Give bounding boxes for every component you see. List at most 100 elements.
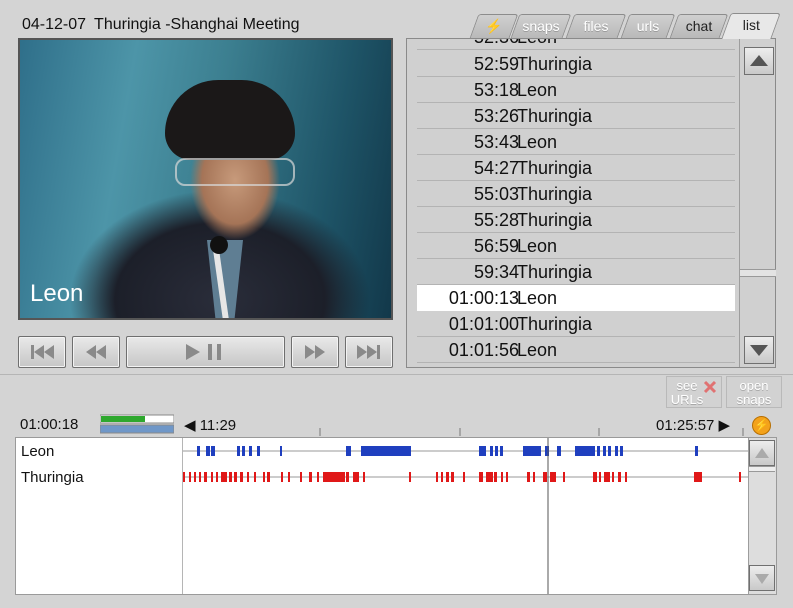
skip-to-start-button[interactable] — [18, 336, 66, 368]
speech-segment[interactable] — [612, 472, 614, 482]
list-item[interactable]: 01:01:00 Thuringia — [417, 311, 735, 337]
timeline-range-start[interactable]: ◀ 11:29 — [184, 416, 236, 434]
speech-segment[interactable] — [204, 472, 207, 482]
speech-segment[interactable] — [221, 472, 227, 482]
list-item[interactable]: 53:43 Leon — [417, 129, 735, 155]
speech-segment[interactable] — [211, 446, 215, 456]
list-item[interactable]: 55:03 Thuringia — [417, 181, 735, 207]
speech-segment[interactable] — [199, 472, 201, 482]
list-item[interactable]: 53:26 Thuringia — [417, 103, 735, 129]
speech-segment[interactable] — [242, 446, 245, 456]
speech-segment[interactable] — [495, 446, 498, 456]
list-item[interactable]: 53:18 Leon — [417, 77, 735, 103]
speech-segment[interactable] — [543, 472, 547, 482]
play-pause-button[interactable] — [126, 336, 285, 368]
speech-segment[interactable] — [361, 446, 411, 456]
speech-segment[interactable] — [563, 472, 565, 482]
speech-segment[interactable] — [550, 472, 556, 482]
speech-segment[interactable] — [237, 446, 240, 456]
speech-segment[interactable] — [240, 472, 243, 482]
list-item[interactable]: 59:34 Thuringia — [417, 259, 735, 285]
list-item[interactable]: 01:01:56 Leon — [417, 337, 735, 363]
speech-segment[interactable] — [625, 472, 627, 482]
speech-segment[interactable] — [739, 472, 741, 482]
tab-snaps[interactable]: snaps — [510, 14, 572, 38]
speech-segment[interactable] — [500, 446, 503, 456]
timeline-range-end[interactable]: 01:25:57 ▶ — [656, 416, 730, 434]
speech-segment[interactable] — [695, 446, 698, 456]
speech-segment[interactable] — [618, 472, 621, 482]
speaker-timeline[interactable]: Leon Thuringia — [15, 437, 777, 595]
timeline-scroll-thumb[interactable] — [749, 466, 775, 472]
timeline-scrollbar[interactable] — [748, 438, 776, 594]
tab-list[interactable]: list — [721, 13, 781, 39]
speech-segment[interactable] — [183, 472, 185, 482]
speech-segment[interactable] — [263, 472, 265, 482]
speech-segment[interactable] — [206, 446, 210, 456]
speech-segment[interactable] — [267, 472, 270, 482]
speech-segment[interactable] — [533, 472, 535, 482]
speech-segment[interactable] — [604, 472, 610, 482]
speech-segment[interactable] — [317, 472, 319, 482]
speech-segment[interactable] — [501, 472, 503, 482]
speech-segment[interactable] — [323, 472, 345, 482]
speech-segment[interactable] — [280, 446, 282, 456]
speech-segment[interactable] — [346, 472, 349, 482]
speech-segment[interactable] — [597, 446, 600, 456]
tab-files[interactable]: files — [565, 14, 627, 38]
speech-segment[interactable] — [211, 472, 213, 482]
speech-segment[interactable] — [527, 472, 530, 482]
speech-segment[interactable] — [479, 472, 483, 482]
speech-segment[interactable] — [254, 472, 256, 482]
speech-segment[interactable] — [288, 472, 290, 482]
speech-segment[interactable] — [249, 446, 252, 456]
speech-segment[interactable] — [575, 446, 595, 456]
list-scroll-thumb[interactable] — [740, 269, 776, 277]
scroll-up-button[interactable] — [744, 47, 774, 75]
speech-segment[interactable] — [523, 446, 541, 456]
speech-segment[interactable] — [216, 472, 218, 482]
speech-segment[interactable] — [599, 472, 601, 482]
see-urls-button[interactable]: see URLs — [666, 376, 722, 408]
list-item[interactable]: 52:59 Thuringia — [417, 51, 735, 77]
speech-segment[interactable] — [363, 472, 365, 482]
speech-segment[interactable] — [234, 472, 237, 482]
list-item[interactable]: 55:28 Thuringia — [417, 207, 735, 233]
speech-segment[interactable] — [446, 472, 449, 482]
speech-segment[interactable] — [479, 446, 486, 456]
speech-segment[interactable] — [557, 446, 561, 456]
speech-segment[interactable] — [593, 472, 597, 482]
open-snaps-button[interactable]: open snaps — [726, 376, 782, 408]
speech-segment[interactable] — [189, 472, 191, 482]
speech-segment[interactable] — [603, 446, 606, 456]
list-scrollbar[interactable] — [739, 39, 776, 367]
list-item[interactable]: 54:27 Thuringia — [417, 155, 735, 181]
skip-to-end-button[interactable] — [345, 336, 393, 368]
speech-segment[interactable] — [608, 446, 611, 456]
scroll-down-button[interactable] — [744, 336, 774, 364]
speech-segment[interactable] — [194, 472, 196, 482]
live-lightning-icon[interactable]: ⚡ — [752, 416, 771, 435]
speech-segment[interactable] — [615, 446, 618, 456]
speech-segment[interactable] — [229, 472, 232, 482]
speech-segment[interactable] — [281, 472, 283, 482]
speech-segment[interactable] — [463, 472, 465, 482]
speaker-list[interactable]: 52:36Leon 52:59Thuringia 53:18Leon 53:26… — [407, 39, 745, 367]
speech-segment[interactable] — [197, 446, 200, 456]
speech-segment[interactable] — [486, 472, 493, 482]
rewind-button[interactable] — [72, 336, 120, 368]
tab-chat[interactable]: chat — [669, 14, 729, 38]
fast-forward-button[interactable] — [291, 336, 339, 368]
speech-segment[interactable] — [694, 472, 702, 482]
list-item-selected[interactable]: 01:00:13 Leon — [417, 285, 735, 311]
speech-segment[interactable] — [409, 472, 411, 482]
speech-segment[interactable] — [300, 472, 302, 482]
speech-segment[interactable] — [346, 446, 349, 456]
video-view[interactable]: Leon — [18, 38, 393, 320]
speech-segment[interactable] — [349, 446, 351, 456]
speech-segment[interactable] — [257, 446, 260, 456]
speech-segment[interactable] — [494, 472, 497, 482]
speech-segment[interactable] — [620, 446, 623, 456]
speech-segment[interactable] — [441, 472, 443, 482]
speech-segment[interactable] — [309, 472, 312, 482]
